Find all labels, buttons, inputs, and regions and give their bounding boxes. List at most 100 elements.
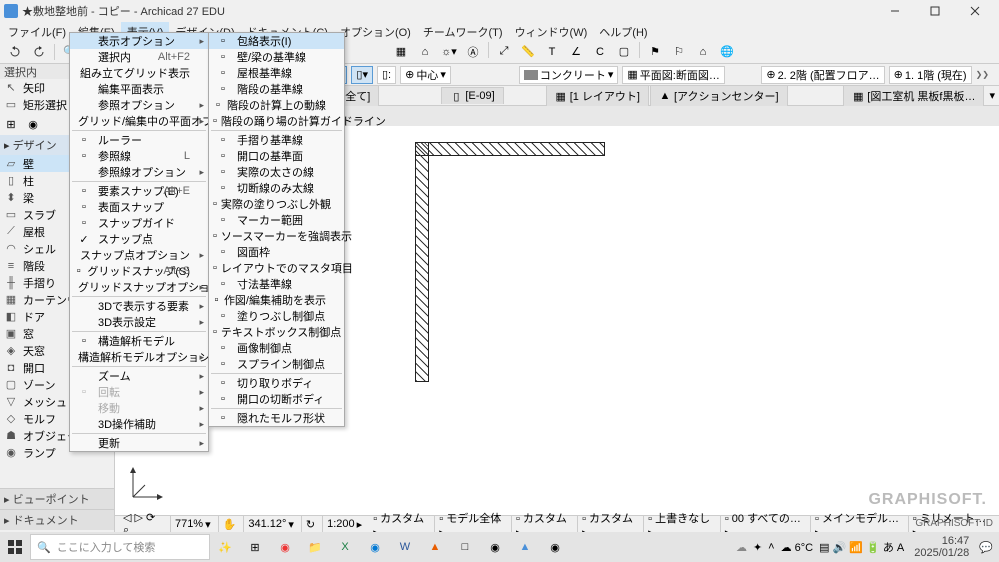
viewmenu-item[interactable]: 3D表示設定▸	[70, 314, 208, 330]
viewmenu-item[interactable]: 3Dで表示する要素▸	[70, 298, 208, 314]
window-icon[interactable]: ▦	[390, 42, 412, 62]
flag2-icon[interactable]: ⚐	[668, 42, 690, 62]
status-seg[interactable]: ▫ カスタム ▸	[577, 516, 643, 532]
rot-icon[interactable]: ↻	[301, 516, 319, 532]
angle-value[interactable]: 341.12° ▾	[243, 516, 298, 532]
viewmenu-item[interactable]: ▫参照線L	[70, 148, 208, 164]
submenu-item[interactable]: ▫階段の計算上の動線	[209, 97, 344, 113]
submenu-item[interactable]: ▫切り取りボディ	[209, 375, 344, 391]
word-icon[interactable]: W	[390, 532, 420, 562]
submenu-item[interactable]: ▫画像制御点	[209, 340, 344, 356]
maximize-button[interactable]	[915, 0, 955, 22]
undo-icon[interactable]	[4, 42, 26, 62]
graphisoft-id[interactable]: GRAPHISOFT ID	[915, 518, 993, 529]
submenu-item[interactable]: ▫テキストボックス制御点	[209, 324, 344, 340]
chrome2-icon[interactable]: ◉	[480, 532, 510, 562]
viewmenu-item[interactable]: 3D操作補助▸	[70, 416, 208, 432]
submenu-item[interactable]: ▫屋根基準線	[209, 65, 344, 81]
menu-7[interactable]: ウィンドウ(W)	[509, 22, 594, 40]
tab-dropdown-icon[interactable]: ▾	[985, 89, 999, 102]
infochip-elev[interactable]: ▯:	[377, 66, 396, 84]
chrome-icon[interactable]: ◉	[270, 532, 300, 562]
submenu-item[interactable]: ▫階段の踊り場の計算ガイドライン	[209, 113, 344, 129]
nav-buttons[interactable]: ◁ ▷ ⟳ ⌕	[119, 516, 167, 532]
tray-apps[interactable]: ▤ 🔊 📶 🔋 あ A	[819, 539, 904, 555]
infochip-floor2[interactable]: ⊕2. 2階 (配置フロア…	[761, 66, 884, 84]
viewmenu-item[interactable]: グリッド/編集中の平面オプション▸	[70, 113, 208, 129]
archicad-icon[interactable]: ▲	[510, 532, 540, 562]
infochip-center[interactable]: ⊕中心▾	[400, 66, 451, 84]
redo-icon[interactable]	[28, 42, 50, 62]
submenu-item[interactable]: ▫階段の基準線	[209, 81, 344, 97]
tab-action[interactable]: ▲[アクションセンター]	[650, 85, 788, 106]
status-seg[interactable]: ▫ モデル全体 ▸	[434, 516, 511, 532]
viewmenu-item[interactable]: 編集平面表示	[70, 81, 208, 97]
menu-0[interactable]: ファイル(F)	[2, 22, 72, 40]
close-button[interactable]	[955, 0, 995, 22]
measure-icon[interactable]: ⤢	[493, 42, 515, 62]
submenu-item[interactable]: ▫実際の太さの線	[209, 164, 344, 180]
viewmenu-item[interactable]: ▫構造解析モデル	[70, 333, 208, 349]
status-seg[interactable]: ▫ 00 すべての… ▸	[720, 516, 810, 532]
tab-layout[interactable]: ▦[1 レイアウト]	[546, 85, 649, 106]
start-button[interactable]	[0, 532, 30, 562]
menu-8[interactable]: ヘルプ(H)	[593, 22, 653, 40]
minimize-button[interactable]	[875, 0, 915, 22]
status-seg[interactable]: ▫ メインモデル… ▸	[810, 516, 908, 532]
document-header[interactable]: ▸ ドキュメント	[0, 509, 114, 530]
viewmenu-item[interactable]: ズーム▸	[70, 368, 208, 384]
viewmenu-item[interactable]: 組み立てグリッド表示	[70, 65, 208, 81]
edge-icon[interactable]: ◉	[360, 532, 390, 562]
toolopt-2[interactable]: ◉	[22, 113, 44, 135]
zoom-value[interactable]: 771% ▾	[170, 516, 215, 532]
app2-icon[interactable]: ◉	[540, 532, 570, 562]
viewmenu-item[interactable]: 構造解析モデルオプション▸	[70, 349, 208, 365]
c-icon[interactable]: C	[589, 42, 611, 62]
submenu-item[interactable]: ▫包絡表示(I)	[209, 33, 344, 49]
wall-horizontal[interactable]	[415, 142, 605, 156]
menu-6[interactable]: チームワーク(T)	[417, 22, 509, 40]
viewmenu-item[interactable]: ▫スナップガイド	[70, 215, 208, 231]
viewpoint-header[interactable]: ▸ ビューポイント	[0, 488, 114, 509]
viewmenu-item[interactable]: 参照オプション▸	[70, 97, 208, 113]
status-seg[interactable]: ▫ 上書きなし ▸	[643, 516, 720, 532]
sun-icon[interactable]: ☼▾	[438, 42, 460, 62]
submenu-item[interactable]: ▫ソースマーカーを強調表示	[209, 228, 344, 244]
submenu-item[interactable]: ▫実際の塗りつぶし外観	[209, 196, 344, 212]
infochip-plan[interactable]: ▯▾	[351, 66, 373, 84]
hand-icon[interactable]: ✋	[218, 516, 241, 532]
viewmenu-item[interactable]: 選択内Alt+F2	[70, 49, 208, 65]
viewmenu-item[interactable]: スナップ点オプション▸	[70, 247, 208, 263]
app-icon[interactable]: □	[450, 532, 480, 562]
3d-icon[interactable]: ⌂	[414, 42, 436, 62]
submenu-item[interactable]: ▫作図/編集補助を表示	[209, 292, 344, 308]
submenu-item[interactable]: ▫図面枠	[209, 244, 344, 260]
onedrive-icon[interactable]: ☁	[736, 541, 747, 554]
viewmenu-item[interactable]: ✓スナップ点	[70, 231, 208, 247]
clock[interactable]: 16:472025/01/28	[910, 535, 973, 559]
viewmenu-item[interactable]: 更新▸	[70, 435, 208, 451]
viewmenu-item[interactable]: ▫ルーラー	[70, 132, 208, 148]
viewmenu-item[interactable]: 表示オプション▸	[70, 33, 208, 49]
explorer-icon[interactable]: 📁	[300, 532, 330, 562]
flag-icon[interactable]: ⚑	[644, 42, 666, 62]
globe-icon[interactable]: 🌐	[716, 42, 738, 62]
copilot-tray-icon[interactable]: ✦	[753, 541, 762, 554]
submenu-item[interactable]: ▫マーカー範囲	[209, 212, 344, 228]
box-icon[interactable]: ▢	[613, 42, 635, 62]
taskview-icon[interactable]: ⊞	[240, 532, 270, 562]
scale-value[interactable]: 1:200 ▸	[322, 516, 366, 532]
infochip-plansec[interactable]: ▦平面図:断面図…	[622, 66, 724, 84]
viewmenu-item[interactable]: グリッドスナップオプション▸	[70, 279, 208, 295]
tab-e09[interactable]: ▯[E-09]	[441, 87, 503, 104]
submenu-item[interactable]: ▫開口の基準面	[209, 148, 344, 164]
notifications-icon[interactable]: 💬	[979, 541, 993, 554]
infochip-floor1[interactable]: ⊕1. 1階 (現在)	[889, 66, 972, 84]
tab-doc[interactable]: ▦[図工室机 黒板f黒板…	[843, 85, 984, 106]
weather-widget[interactable]: ☁ 6°C	[781, 541, 814, 554]
viewmenu-item[interactable]: 参照線オプション▸	[70, 164, 208, 180]
viewmenu-item[interactable]: ▫要素スナップ(E)Alt+E	[70, 183, 208, 199]
viewmenu-item[interactable]: ▫グリッドスナップ(S)Alt+S	[70, 263, 208, 279]
submenu-item[interactable]: ▫隠れたモルフ形状	[209, 410, 344, 426]
status-seg[interactable]: ▫ カスタム ▸	[511, 516, 577, 532]
